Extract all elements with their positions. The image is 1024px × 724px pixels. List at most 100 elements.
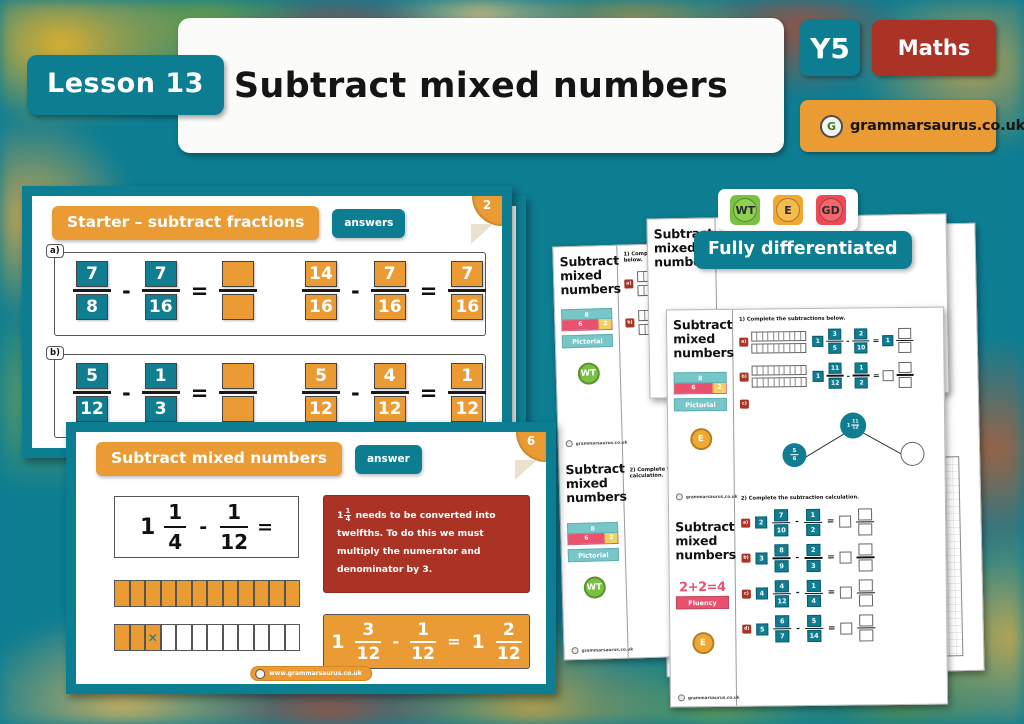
worksheet-sidebar: Subtract mixed numbers 8 6 2 Pictorial E… (666, 309, 740, 707)
fraction: 7 16 (370, 261, 409, 320)
answer-denominator-input[interactable] (898, 342, 912, 354)
brand-dot-icon (571, 646, 579, 655)
grade-badge-e: E (689, 427, 712, 451)
answers-button[interactable]: answers (332, 208, 406, 238)
row-label: b) (46, 346, 64, 360)
equals-operator: = (257, 516, 274, 538)
minus-operator: - (122, 278, 131, 303)
brand-dot-icon (675, 493, 683, 501)
fraction: 5 12 (73, 363, 111, 422)
answer-fraction[interactable] (857, 614, 876, 642)
answer-denominator[interactable] (222, 294, 255, 320)
equals-operator: = (190, 380, 209, 405)
numerator: 7 (76, 261, 108, 287)
starter-row-a: a) 7 8 - 7 16 = 14 16 - 7 16 = 7 16 (46, 244, 487, 336)
answer-denominator-input[interactable] (858, 523, 873, 536)
footer-url: www.grammarsaurus.co.uk (269, 670, 362, 677)
question-2-heading: 2) Complete the subtraction calculation. (740, 494, 860, 502)
numerator: 7 (373, 261, 406, 287)
answer-numerator-input[interactable] (898, 327, 912, 340)
answer-fraction[interactable] (896, 327, 914, 354)
brand-badge[interactable]: G grammarsaurus.co.uk (800, 100, 1024, 152)
answer-fraction[interactable] (856, 508, 875, 536)
fraction: 7 16 (141, 261, 180, 320)
fraction: 8 9 (772, 544, 791, 572)
whole-number: 3 (755, 552, 768, 565)
slide-header: Starter – subtract fractions answers (52, 206, 406, 240)
numerator: 7 (451, 261, 484, 287)
slide-title: Starter – subtract fractions (52, 206, 320, 240)
fraction: 2 12 (495, 619, 522, 664)
answer-fraction[interactable] (856, 543, 875, 572)
brand-logo-icon (255, 668, 266, 679)
worksheet-sidebar: Subtract mixed numbers 8 6 2 Pictorial W… (553, 245, 633, 660)
equals-operator: = (827, 552, 835, 563)
answer-whole[interactable]: 1 (882, 335, 894, 347)
year-group-badge: Y5 (800, 20, 860, 76)
denominator: 16 (451, 294, 484, 320)
minus-operator: - (796, 623, 801, 634)
part-whole-part-left: 5 6 (782, 442, 807, 468)
denominator: 4 (806, 594, 821, 607)
answer-denominator-input[interactable] (858, 558, 873, 572)
answer-numerator-input[interactable] (898, 362, 912, 374)
badge-wt: WT (730, 195, 761, 225)
fraction: 1 4 (804, 579, 823, 607)
answer-whole-input[interactable] (840, 586, 853, 599)
equals-operator: = (419, 278, 438, 303)
answer-numerator-input[interactable] (858, 543, 873, 556)
numerator: 2 (502, 619, 515, 640)
denominator: 3 (806, 559, 821, 572)
numerator: 3 (362, 619, 375, 640)
answer-fraction[interactable] (857, 578, 876, 607)
numerator: 1 (168, 499, 183, 524)
answer-denominator-input[interactable] (859, 594, 874, 607)
answer-whole-input[interactable] (840, 622, 853, 635)
answer-button[interactable]: answer (354, 444, 422, 474)
worksheet-title: Subtract mixed numbers (559, 252, 622, 298)
answer-whole-input[interactable] (839, 551, 852, 564)
answer-denominator-input[interactable] (859, 629, 874, 642)
question-row-part-whole: c) 1 11 12 5 6 (739, 397, 939, 477)
fraction: 1 12 (410, 620, 437, 664)
whole-number: 2 (755, 516, 768, 530)
fraction: 1 3 (141, 363, 180, 422)
worksheet-footer: grammarsaurus.co.uk (677, 694, 740, 702)
answer-denominator[interactable] (222, 396, 255, 422)
grammarsaurus-logo-icon: G (820, 114, 843, 138)
answer-fraction[interactable] (896, 362, 914, 388)
denominator: 12 (356, 643, 381, 664)
answer-whole-input[interactable] (839, 516, 852, 529)
denominator: 2 (805, 524, 821, 537)
answer-denominator-input[interactable] (898, 376, 912, 388)
numerator: 1 (345, 507, 351, 515)
fraction: 6 7 (773, 615, 792, 643)
equals-operator: = (827, 587, 836, 599)
row-label: b) (741, 553, 751, 564)
worksheet-e-front[interactable]: Subtract mixed numbers 8 6 2 Pictorial E… (665, 306, 949, 708)
numerator: 5 (806, 614, 822, 627)
answer-numerator-input[interactable] (859, 614, 874, 627)
fraction: 7 8 (73, 261, 111, 320)
slide-subtract-mixed-numbers[interactable]: 6 Subtract mixed numbers answer 1 1 4 - … (66, 422, 556, 694)
answer-numerator-input[interactable] (859, 578, 874, 592)
grade-badge-wt: WT (582, 576, 606, 599)
part-whole-part-right-input[interactable] (900, 441, 925, 466)
denominator: 2 (854, 377, 869, 389)
question-row: b) 3 8 9 - 2 3 = (741, 543, 939, 572)
answer-numerator-input[interactable] (858, 508, 873, 521)
fraction: 3 12 (355, 619, 382, 664)
worksheet-footer: grammarsaurus.co.uk (675, 493, 738, 501)
slide-starter[interactable]: 2 Starter – subtract fractions answers a… (22, 186, 512, 458)
part-whole-total: 1 11 12 (840, 412, 867, 439)
answer-whole-input[interactable] (882, 369, 894, 381)
row-label: a) (741, 518, 751, 528)
fraction: 11 12 (826, 363, 844, 389)
minus-operator: - (795, 552, 800, 563)
worksheet-footer: grammarsaurus.co.uk (565, 439, 628, 448)
answer-numerator[interactable] (222, 363, 255, 389)
explanation-lead-whole: 1 (337, 510, 344, 521)
question-row: a) 1 3 5 - 2 10 = 1 (739, 327, 937, 355)
answer-numerator[interactable] (222, 261, 255, 287)
denominator: 8 (76, 294, 108, 320)
